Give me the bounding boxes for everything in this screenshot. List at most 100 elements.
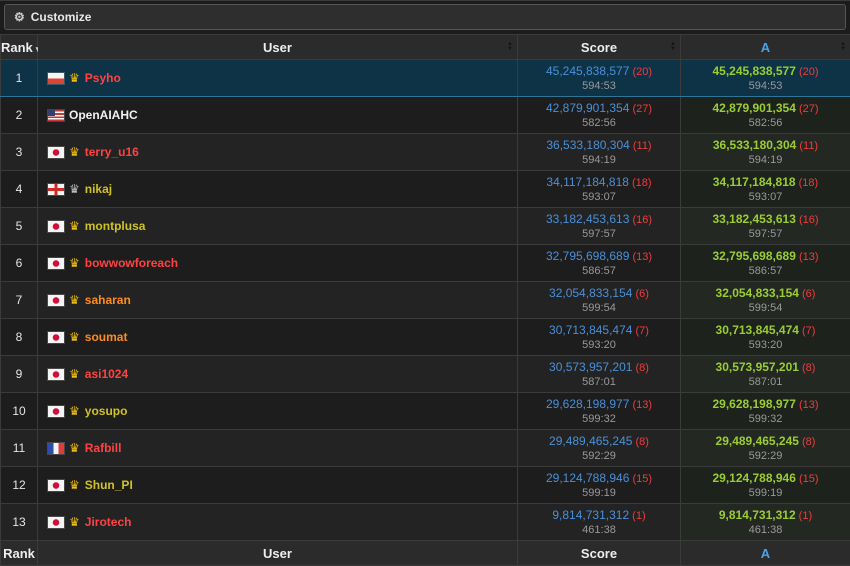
score-cell: 30,713,845,474 (7)593:20 (518, 319, 681, 356)
username-link[interactable]: saharan (85, 293, 131, 307)
user-cell: ♛ soumat (38, 319, 518, 356)
customize-button[interactable]: ⚙ Customize (4, 4, 846, 30)
score-line: 9,814,731,312 (1) (518, 509, 680, 522)
penalty-count: (16) (629, 214, 652, 226)
username-link[interactable]: bowwowforeach (85, 256, 178, 270)
user-inner: ♛ Psyho (38, 71, 517, 85)
score-wrap: 9,814,731,312 (1)461:38 (681, 509, 850, 536)
flag-jp-icon (48, 480, 64, 491)
rank-cell: 10 (1, 393, 38, 430)
score-line: 45,245,838,577 (20) (681, 65, 850, 78)
sort-icon: ▲▼ (670, 42, 676, 52)
penalty-count: (1) (629, 510, 646, 522)
username-link[interactable]: terry_u16 (85, 145, 139, 159)
user-inner: ♛Rafbill (38, 441, 517, 455)
rank-cell: 6 (1, 245, 38, 282)
score-cell: 29,628,198,977 (13)599:32 (518, 393, 681, 430)
flag-jp-icon (48, 295, 64, 306)
score-value: 30,713,845,474 (716, 323, 799, 337)
score-cell: 30,573,957,201 (8)587:01 (518, 356, 681, 393)
score-wrap: 42,879,901,354 (27)582:56 (681, 102, 850, 129)
rank-header[interactable]: Rank▾ (1, 35, 38, 60)
problem-a-header[interactable]: A (681, 541, 850, 566)
standings-page: ⚙ Customize Rank▾ User ▲▼ Score (0, 0, 850, 561)
username-link[interactable]: Rafbill (85, 441, 122, 455)
crown-gold-icon: ♛ (69, 220, 80, 232)
score-line: 29,628,198,977 (13) (681, 398, 850, 411)
score-line: 29,489,465,245 (8) (681, 435, 850, 448)
elapsed-time: 582:56 (518, 118, 680, 129)
crown-gold-icon: ♛ (69, 331, 80, 343)
score-line: 29,489,465,245 (8) (518, 435, 680, 448)
username-link[interactable]: soumat (85, 330, 128, 344)
elapsed-time: 599:19 (681, 488, 850, 499)
penalty-count: (8) (799, 362, 816, 374)
score-wrap: 36,533,180,304 (11)594:19 (681, 139, 850, 166)
user-inner: OpenAIAHC (38, 108, 517, 122)
sort-icon: ▲▼ (507, 42, 513, 52)
username-link[interactable]: yosupo (85, 404, 128, 418)
penalty-count: (15) (796, 473, 819, 485)
penalty-count: (18) (629, 177, 652, 189)
elapsed-time: 461:38 (518, 525, 680, 536)
crown-gold-icon: ♛ (69, 72, 80, 84)
score-line: 36,533,180,304 (11) (518, 139, 680, 152)
elapsed-time: 586:57 (681, 266, 850, 277)
score-header[interactable]: Score (518, 541, 681, 566)
username-link[interactable]: montplusa (85, 219, 146, 233)
problem-a-header[interactable]: A ▲▼ (681, 35, 850, 60)
crown-gold-icon: ♛ (69, 479, 80, 491)
penalty-count: (20) (629, 66, 652, 78)
elapsed-time: 599:32 (681, 414, 850, 425)
score-cell: 32,795,698,689 (13)586:57 (518, 245, 681, 282)
penalty-count: (16) (796, 214, 819, 226)
username-link[interactable]: Psyho (85, 71, 121, 85)
flag-jp-icon (48, 221, 64, 232)
user-cell: ♛bowwowforeach (38, 245, 518, 282)
score-cell: 29,489,465,245 (8)592:29 (518, 430, 681, 467)
penalty-count: (8) (799, 436, 816, 448)
score-wrap: 9,814,731,312 (1) 461:38 (518, 509, 680, 536)
rank-cell: 1 (1, 60, 38, 97)
rank-cell: 8 (1, 319, 38, 356)
user-cell: ♛ nikaj (38, 171, 518, 208)
score-wrap: 36,533,180,304 (11)594:19 (518, 139, 680, 166)
header-row: Rank▾ User ▲▼ Score ▲▼ A (1, 35, 850, 60)
username-link[interactable]: Shun_PI (85, 478, 133, 492)
score-cell: 34,117,184,818 (18)593:07 (518, 171, 681, 208)
username-link[interactable]: OpenAIAHC (69, 108, 138, 122)
user-header[interactable]: User ▲▼ (38, 35, 518, 60)
score-wrap: 29,124,788,946 (15)599:19 (681, 472, 850, 499)
score-line: 33,182,453,613 (16) (518, 213, 680, 226)
footer-header-row: Rank User Score A (1, 541, 850, 566)
standings-body: 1♛Psyho45,245,838,577 (20)594:5345,245,8… (1, 60, 850, 541)
user-header[interactable]: User (38, 541, 518, 566)
standings-row: 11♛Rafbill29,489,465,245 (8)592:2929,489… (1, 430, 850, 467)
rank-header[interactable]: Rank (1, 541, 38, 566)
crown-silver-icon: ♛ (69, 183, 80, 195)
standings-row: 8♛soumat30,713,845,474 (7)593:2030,713,8… (1, 319, 850, 356)
username-link[interactable]: Jirotech (85, 515, 132, 529)
score-cell: 36,533,180,304 (11)594:19 (518, 134, 681, 171)
user-header-label: User (263, 40, 292, 55)
elapsed-time: 597:57 (681, 229, 850, 240)
score-header[interactable]: Score ▲▼ (518, 35, 681, 60)
username-link[interactable]: asi1024 (85, 367, 128, 381)
penalty-count: (1) (796, 510, 813, 522)
crown-gold-icon: ♛ (69, 516, 80, 528)
user-cell: ♛ saharan (38, 282, 518, 319)
score-line: 29,628,198,977 (13) (518, 398, 680, 411)
score-value: 42,879,901,354 (712, 101, 795, 115)
user-inner: ♛ montplusa (38, 219, 517, 233)
score-line: 34,117,184,818 (18) (681, 176, 850, 189)
score-wrap: 42,879,901,354 (27)582:56 (518, 102, 680, 129)
score-header-label: Score (581, 40, 617, 55)
score-value: 29,628,198,977 (712, 397, 795, 411)
elapsed-time: 599:19 (518, 488, 680, 499)
crown-gold-icon: ♛ (69, 294, 80, 306)
username-link[interactable]: nikaj (85, 182, 112, 196)
rank-cell: 3 (1, 134, 38, 171)
score-line: 32,054,833,154 (6) (518, 287, 680, 300)
score-value: 32,795,698,689 (712, 249, 795, 263)
score-line: 30,713,845,474 (7) (681, 324, 850, 337)
